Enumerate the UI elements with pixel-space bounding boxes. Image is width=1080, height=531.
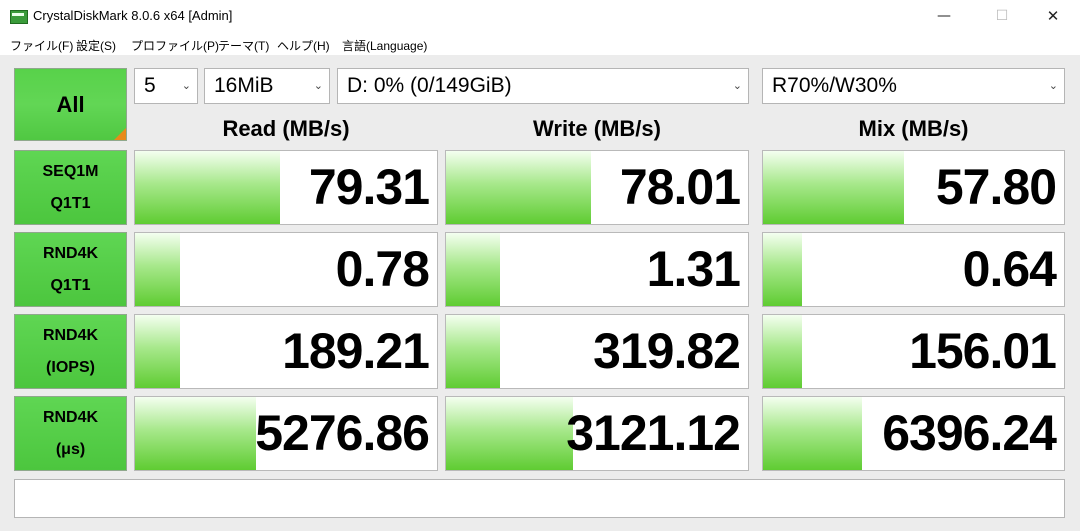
row-label-line1: RND4K — [42, 244, 99, 262]
menu-settings[interactable]: 設定(S) — [76, 37, 116, 54]
score-bar — [763, 315, 803, 388]
read-value: 79.31 — [308, 159, 430, 215]
chevron-down-icon: ⌄ — [732, 80, 742, 92]
row-label-line1: SEQ1M — [42, 162, 99, 180]
run-all-button[interactable]: All — [14, 68, 127, 141]
read-result: 5276.86 — [134, 396, 438, 471]
row-label-line2: Q1T1 — [50, 276, 91, 294]
mix-value: 156.01 — [909, 323, 1057, 379]
comment-field[interactable] — [14, 479, 1065, 518]
mix-result: 6396.24 — [762, 396, 1065, 471]
read-value: 5276.86 — [255, 405, 430, 461]
row-label-line2: Q1T1 — [50, 194, 91, 212]
menu-file[interactable]: ファイル(F) — [10, 37, 73, 54]
run-all-label: All — [56, 91, 85, 117]
row-label-line2: (μs) — [55, 440, 86, 458]
drive-select[interactable]: D: 0% (0/149GiB) ⌄ — [337, 68, 749, 104]
score-bar — [135, 233, 181, 306]
menu-help[interactable]: ヘルプ(H) — [277, 37, 330, 54]
app-disk-icon — [9, 7, 28, 25]
score-bar — [446, 397, 573, 470]
mix-result: 57.80 — [762, 150, 1065, 225]
read-result: 0.78 — [134, 232, 438, 307]
close-button[interactable]: ✕ — [1030, 0, 1076, 33]
mix-result: 156.01 — [762, 314, 1065, 389]
mix-header: Mix (MB/s) — [858, 116, 969, 141]
write-result: 3121.12 — [445, 396, 749, 471]
title-bar: CrystalDiskMark 8.0.6 x64 [Admin] — ☐ ✕ — [0, 0, 1080, 33]
test-count-select[interactable]: 5 ⌄ — [134, 68, 198, 104]
row-label-line1: RND4K — [42, 326, 99, 344]
menu-bar: ファイル(F) 設定(S) プロファイル(P) テーマ(T) ヘルプ(H) 言語… — [0, 33, 1080, 55]
chevron-down-icon: ⌄ — [313, 80, 323, 92]
window-title: CrystalDiskMark 8.0.6 x64 [Admin] — [33, 8, 233, 23]
mix-value: 6396.24 — [882, 405, 1057, 461]
score-bar — [135, 315, 181, 388]
test-button-seq1m-q1t1[interactable]: SEQ1M Q1T1 — [14, 150, 127, 225]
score-bar — [763, 233, 803, 306]
mix-result: 0.64 — [762, 232, 1065, 307]
write-value: 319.82 — [593, 323, 741, 379]
write-result: 319.82 — [445, 314, 749, 389]
row-label-line1: RND4K — [42, 408, 99, 426]
test-count-value: 5 — [144, 74, 156, 97]
drive-value: D: 0% (0/149GiB) — [347, 74, 512, 97]
chevron-down-icon: ⌄ — [181, 80, 191, 92]
test-button-rnd4k-latency[interactable]: RND4K (μs) — [14, 396, 127, 471]
score-bar — [135, 397, 256, 470]
read-header: Read (MB/s) — [222, 116, 350, 141]
write-result: 1.31 — [445, 232, 749, 307]
menu-language[interactable]: 言語(Language) — [342, 37, 427, 54]
chevron-down-icon: ⌄ — [1048, 80, 1058, 92]
menu-profile[interactable]: プロファイル(P) — [131, 37, 219, 54]
write-value: 1.31 — [646, 241, 741, 297]
write-result: 78.01 — [445, 150, 749, 225]
read-result: 79.31 — [134, 150, 438, 225]
read-result: 189.21 — [134, 314, 438, 389]
test-button-rnd4k-iops[interactable]: RND4K (IOPS) — [14, 314, 127, 389]
test-size-value: 16MiB — [214, 74, 274, 97]
write-header: Write (MB/s) — [533, 116, 661, 141]
score-bar — [446, 315, 501, 388]
score-bar — [446, 233, 501, 306]
test-size-select[interactable]: 16MiB ⌄ — [204, 68, 330, 104]
write-value: 3121.12 — [566, 405, 741, 461]
score-bar — [763, 397, 863, 470]
mix-ratio-select[interactable]: R70%/W30% ⌄ — [762, 68, 1065, 104]
mix-ratio-value: R70%/W30% — [772, 74, 897, 97]
menu-theme[interactable]: テーマ(T) — [218, 37, 269, 54]
test-button-rnd4k-q1t1[interactable]: RND4K Q1T1 — [14, 232, 127, 307]
mix-value: 57.80 — [935, 159, 1057, 215]
score-bar — [135, 151, 280, 224]
read-value: 189.21 — [282, 323, 430, 379]
score-bar — [763, 151, 905, 224]
maximize-button[interactable]: ☐ — [979, 0, 1025, 33]
write-value: 78.01 — [619, 159, 741, 215]
corner-marker-icon — [114, 128, 126, 140]
minimize-button[interactable]: — — [921, 0, 967, 33]
score-bar — [446, 151, 591, 224]
mix-value: 0.64 — [962, 241, 1057, 297]
row-label-line2: (IOPS) — [46, 358, 95, 376]
read-value: 0.78 — [335, 241, 430, 297]
